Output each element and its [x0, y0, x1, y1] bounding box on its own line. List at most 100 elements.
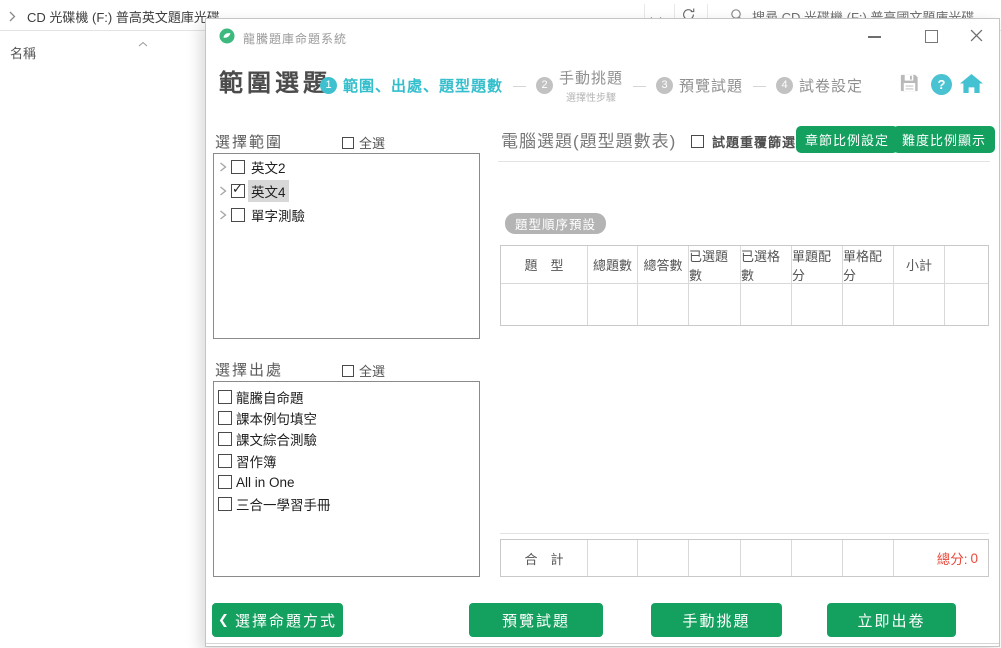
source-checkbox[interactable] [218, 432, 232, 446]
screen: CD 光碟機 (F:) 普高英文題庫光碟 搜尋 CD 光碟機 (F:) 普高國文… [0, 0, 1001, 648]
step-navigation: 1 範圍、出處、題型題數 — 2 手動挑題 選擇性步驟 — 3 預覽試題 — 4… [320, 63, 863, 107]
col-header: 已選題數 [689, 246, 741, 283]
select-all-label: 全選 [359, 361, 385, 380]
step-3-circle: 3 [656, 77, 673, 94]
step-2-sublabel: 選擇性步驟 [566, 89, 616, 104]
manual-pick-button[interactable]: 手動挑題 [651, 603, 782, 637]
tree-item[interactable]: 英文2 [214, 156, 479, 178]
source-label[interactable]: 習作簿 [236, 451, 277, 471]
summary-row: 合 計 總分: 0 [501, 540, 988, 576]
source-list-box: 龍騰自命題 課本例句填空 課文綜合測驗 習作簿 All in One 三合一學習… [213, 381, 480, 577]
total-value: 0 [970, 551, 978, 566]
total-score: 總分: 0 [894, 540, 988, 576]
source-item[interactable]: 課文綜合測驗 [214, 429, 479, 450]
select-all-checkbox[interactable] [342, 137, 354, 149]
source-item[interactable]: All in One [214, 472, 479, 493]
step-dash: — [633, 78, 646, 93]
expand-chevron-icon[interactable] [219, 162, 227, 172]
source-item[interactable]: 習作簿 [214, 450, 479, 471]
app-window: 龍騰題庫命題系統 範圍選題 1 範圍、出處、題型題數 — 2 手動挑題 選擇性步… [205, 18, 1000, 647]
divider [500, 533, 989, 534]
duplicate-filter-checkbox[interactable] [691, 135, 704, 148]
computer-selection-title: 電腦選題(題型題數表) [501, 127, 676, 152]
col-header: 總題數 [588, 246, 638, 283]
col-header: 已選格數 [741, 246, 792, 283]
preview-questions-button[interactable]: 預覽試題 [469, 603, 603, 637]
source-label[interactable]: 課本例句填空 [236, 408, 317, 428]
tree-checkbox-checked[interactable] [231, 184, 245, 198]
col-header: 小計 [894, 246, 945, 283]
step-1-label: 範圍、出處、題型題數 [343, 75, 503, 96]
home-icon[interactable] [959, 73, 984, 99]
source-label[interactable]: 課文綜合測驗 [236, 429, 317, 449]
question-type-table: 題 型 總題數 總答數 已選題數 已選格數 單題配分 單格配分 小計 [500, 245, 989, 326]
source-checkbox[interactable] [218, 390, 232, 404]
tree-label[interactable]: 英文4 [248, 180, 289, 202]
select-all-checkbox[interactable] [342, 365, 354, 377]
minimize-icon[interactable] [868, 36, 881, 38]
select-all-label: 全選 [359, 133, 385, 152]
source-checkbox[interactable] [218, 411, 232, 425]
back-button-label: 選擇命題方式 [235, 610, 337, 631]
column-header-name[interactable]: 名稱 [0, 32, 205, 62]
generate-exam-button[interactable]: 立即出卷 [827, 603, 956, 637]
tree-checkbox[interactable] [231, 160, 245, 174]
close-icon[interactable] [970, 29, 983, 47]
source-item[interactable]: 課本例句填空 [214, 407, 479, 428]
range-tree-box: 英文2 英文4 單字測驗 [213, 153, 480, 339]
col-header: 題 型 [501, 246, 588, 283]
chapter-ratio-button[interactable]: 章節比例設定 [796, 126, 898, 153]
breadcrumb-chevron-icon [9, 9, 16, 27]
col-header: 單題配分 [792, 246, 843, 283]
save-icon[interactable] [898, 71, 921, 99]
column-header-label: 名稱 [10, 43, 36, 62]
source-label[interactable]: 龍騰自命題 [236, 387, 304, 407]
divider [498, 161, 990, 162]
source-label[interactable]: All in One [236, 475, 295, 490]
help-icon[interactable]: ? [931, 74, 952, 95]
table-empty-row [501, 283, 988, 325]
back-to-method-button[interactable]: ❮ 選擇命題方式 [212, 603, 343, 637]
step-3-label: 預覽試題 [679, 75, 743, 96]
source-checkbox[interactable] [218, 475, 232, 489]
step-4-label: 試卷設定 [799, 75, 863, 96]
source-item[interactable]: 龍騰自命題 [214, 386, 479, 407]
summary-table: 合 計 總分: 0 [500, 539, 989, 577]
col-header [945, 246, 988, 283]
tree-item[interactable]: 單字測驗 [214, 204, 479, 226]
window-title: 龍騰題庫命題系統 [243, 30, 347, 47]
type-order-preset-button[interactable]: 題型順序預設 [505, 213, 606, 234]
expand-chevron-icon[interactable] [219, 210, 227, 220]
divider [206, 643, 999, 644]
source-select-all[interactable]: 全選 [342, 361, 385, 380]
total-label: 總分: [937, 548, 968, 568]
step-2-label: 手動挑題 [559, 67, 623, 88]
tree-label[interactable]: 英文2 [248, 156, 289, 178]
source-panel-title: 選擇出處 [215, 359, 283, 380]
step-1-circle: 1 [320, 77, 337, 94]
address-path[interactable]: CD 光碟機 (F:) 普高英文題庫光碟 [27, 7, 220, 26]
tree-checkbox[interactable] [231, 208, 245, 222]
difficulty-ratio-button[interactable]: 難度比例顯示 [893, 126, 995, 153]
col-header: 單格配分 [843, 246, 894, 283]
tree-item-selected[interactable]: 英文4 [214, 180, 479, 202]
duplicate-filter[interactable]: 試題重覆篩選 [691, 132, 796, 151]
source-item[interactable]: 三合一學習手冊 [214, 493, 479, 514]
step-dash: — [513, 78, 526, 93]
col-header: 總答數 [638, 246, 689, 283]
expand-chevron-icon[interactable] [219, 186, 227, 196]
range-select-all[interactable]: 全選 [342, 133, 385, 152]
source-label[interactable]: 三合一學習手冊 [236, 494, 331, 514]
source-checkbox[interactable] [218, 497, 232, 511]
maximize-icon[interactable] [925, 30, 938, 43]
step-2-circle: 2 [536, 77, 553, 94]
source-checkbox[interactable] [218, 454, 232, 468]
step-4-circle: 4 [776, 77, 793, 94]
file-list-pane: 名稱 Database Exe LTQB 試卷資源 試卷管理 操作說明 ★如已安… [0, 32, 205, 62]
summary-label: 合 計 [501, 540, 588, 576]
page-title: 範圍選題 [219, 63, 331, 98]
chevron-left-icon: ❮ [218, 612, 229, 628]
step-2-block: 手動挑題 選擇性步驟 [559, 67, 623, 104]
table-header-row: 題 型 總題數 總答數 已選題數 已選格數 單題配分 單格配分 小計 [501, 246, 988, 283]
tree-label[interactable]: 單字測驗 [248, 204, 308, 226]
